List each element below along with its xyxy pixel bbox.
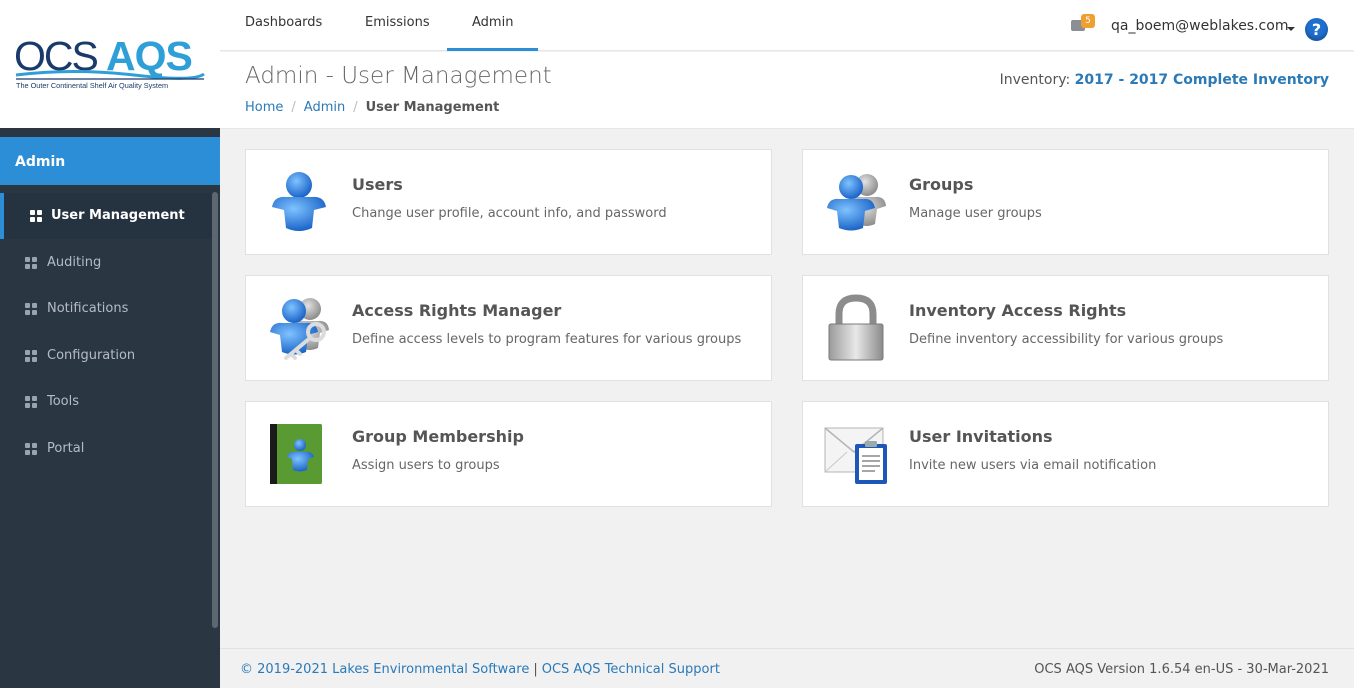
card-description: Define inventory accessibility for vario… <box>909 332 1224 347</box>
version-info: OCS AQS Version 1.6.54 en-US - 30-Mar-20… <box>1034 662 1329 677</box>
sidebar-item-notifications[interactable]: Notifications <box>0 286 212 332</box>
sidebar-item-label: Auditing <box>47 255 102 270</box>
page-header: Admin - User Management Inventory: 2017 … <box>220 52 1354 129</box>
sidebar-item-portal[interactable]: Portal <box>0 426 212 472</box>
sidebar-item-tools[interactable]: Tools <box>0 379 212 425</box>
sidebar-section-admin[interactable]: Admin <box>0 137 220 185</box>
address-book-icon <box>270 424 322 484</box>
card-title: Groups <box>909 175 974 194</box>
user-menu[interactable]: qa_boem@weblakes.com <box>1111 18 1288 34</box>
breadcrumb-current: User Management <box>365 100 500 115</box>
logo-area: OCS AQS The Outer Continental Shelf Air … <box>0 0 220 128</box>
inventory-label: Inventory: <box>999 72 1071 88</box>
groups-icon <box>827 174 886 231</box>
mail-count-badge: 5 <box>1081 14 1095 28</box>
grid-icon <box>30 210 42 222</box>
sidebar-item-user-management[interactable]: User Management <box>0 193 212 239</box>
card-description: Change user profile, account info, and p… <box>352 206 667 221</box>
ocsaqs-logo[interactable]: OCS AQS The Outer Continental Shelf Air … <box>14 30 206 94</box>
tab-admin[interactable]: Admin <box>447 0 539 51</box>
breadcrumb-home[interactable]: Home <box>245 100 283 115</box>
card-title: Users <box>352 175 403 194</box>
card-description: Manage user groups <box>909 206 1042 221</box>
sidebar-item-label: Portal <box>47 441 85 456</box>
card-description: Define access levels to program features… <box>352 332 742 347</box>
card-inventory-access-rights[interactable]: Inventory Access Rights Define inventory… <box>802 275 1329 381</box>
card-access-rights-manager[interactable]: Access Rights Manager Define access leve… <box>245 275 772 381</box>
email-invite-icon <box>824 427 887 484</box>
sidebar-item-label: Configuration <box>47 348 136 363</box>
page-title: Admin - User Management <box>245 63 552 89</box>
help-icon[interactable]: ? <box>1305 18 1328 41</box>
inventory-link[interactable]: 2017 - 2017 Complete Inventory <box>1075 72 1329 88</box>
user-icon <box>272 172 326 231</box>
svg-text:The Outer Continental Shelf Ai: The Outer Continental Shelf Air Quality … <box>16 81 168 90</box>
grid-icon <box>25 350 37 362</box>
card-groups[interactable]: Groups Manage user groups <box>802 149 1329 255</box>
footer-divider: | <box>533 662 538 677</box>
footer: © 2019-2021 Lakes Environmental Software… <box>220 648 1354 688</box>
padlock-icon <box>828 294 884 361</box>
grid-icon <box>25 303 37 315</box>
grid-icon <box>25 257 37 269</box>
card-user-invitations[interactable]: User Invitations Invite new users via em… <box>802 401 1329 507</box>
card-description: Assign users to groups <box>352 458 500 473</box>
card-title: Inventory Access Rights <box>909 301 1127 320</box>
sidebar-item-label: Tools <box>47 394 80 409</box>
top-navbar: Dashboards Emissions Admin 5 qa_boem@web… <box>220 0 1354 51</box>
support-link[interactable]: OCS AQS Technical Support <box>542 662 720 677</box>
sidebar-item-auditing[interactable]: Auditing <box>0 240 212 286</box>
tab-dashboards[interactable]: Dashboards <box>243 0 324 51</box>
sidebar: OCS AQS The Outer Continental Shelf Air … <box>0 0 220 688</box>
breadcrumb-admin[interactable]: Admin <box>304 100 345 115</box>
footer-links: © 2019-2021 Lakes Environmental Software… <box>240 662 720 677</box>
sidebar-item-label: Notifications <box>47 301 129 316</box>
card-title: User Invitations <box>909 427 1053 446</box>
caret-down-icon[interactable] <box>1287 27 1295 31</box>
card-title: Group Membership <box>352 427 524 446</box>
grid-icon <box>25 396 37 408</box>
sidebar-item-label: User Management <box>51 208 185 223</box>
sidebar-scrollbar[interactable] <box>212 192 218 628</box>
tab-emissions[interactable]: Emissions <box>363 0 432 51</box>
card-group-membership[interactable]: Group Membership Assign users to groups <box>245 401 772 507</box>
card-description: Invite new users via email notification <box>909 458 1157 473</box>
breadcrumb-separator: / <box>353 100 358 115</box>
card-title: Access Rights Manager <box>352 301 562 320</box>
inventory-indicator: Inventory: 2017 - 2017 Complete Inventor… <box>1000 72 1329 88</box>
breadcrumb: Home / Admin / User Management <box>245 100 499 115</box>
user-key-icon <box>270 298 329 360</box>
grid-icon <box>25 443 37 455</box>
copyright-link[interactable]: © 2019-2021 Lakes Environmental Software <box>240 662 529 677</box>
breadcrumb-separator: / <box>291 100 296 115</box>
card-users[interactable]: Users Change user profile, account info,… <box>245 149 772 255</box>
sidebar-item-configuration[interactable]: Configuration <box>0 333 212 379</box>
